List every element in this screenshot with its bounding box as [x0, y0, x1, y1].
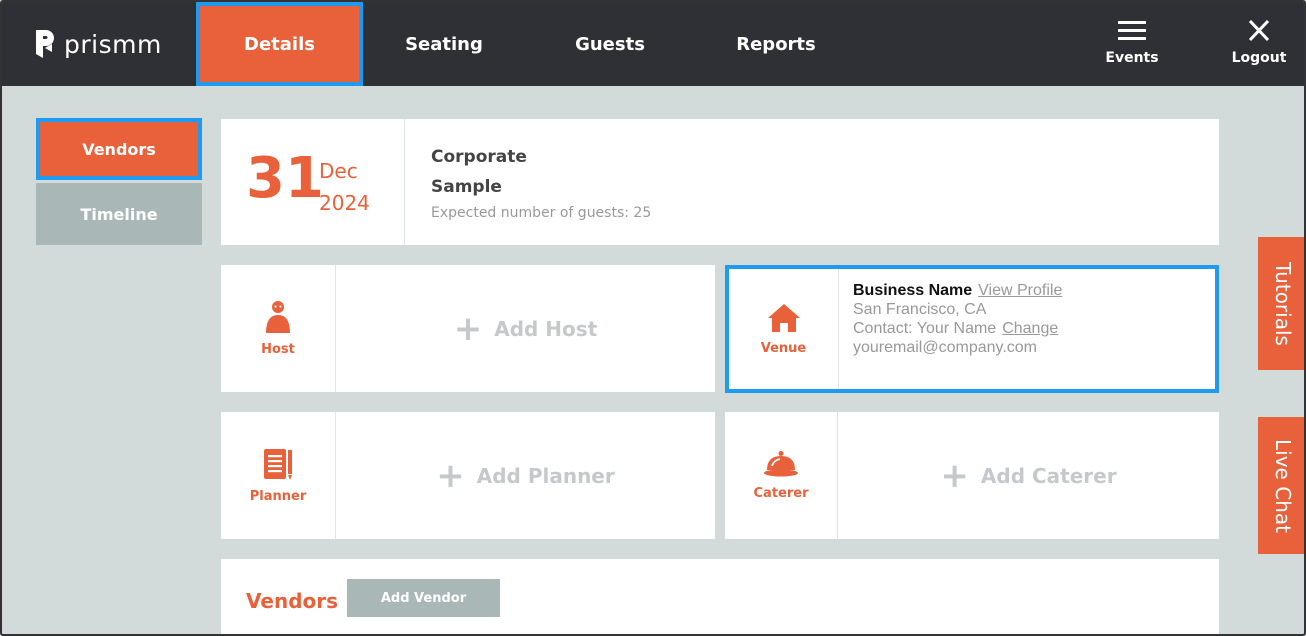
add-host-button[interactable]: + Add Host — [336, 265, 715, 392]
venue-label: Venue — [760, 340, 807, 356]
tutorials-label: Tutorials — [1271, 261, 1295, 346]
top-nav-bar: prismm Details Seating Guests Reports Ev… — [2, 2, 1304, 86]
vendors-section: Vendors Add Vendor — [221, 559, 1219, 634]
event-date: 31 Dec 2024 — [221, 119, 405, 245]
add-host-label: Add Host — [494, 316, 598, 341]
venue-business-name: Business Name — [853, 282, 973, 299]
host-card: Host + Add Host — [221, 265, 715, 392]
plus-icon: + — [940, 455, 969, 496]
tab-seating-label: Seating — [405, 33, 483, 55]
events-button[interactable]: Events — [1092, 20, 1172, 66]
venue-role: Venue — [729, 269, 839, 389]
event-year: 2024 — [319, 191, 370, 215]
sidebar-item-label: Timeline — [80, 204, 158, 224]
app-window: prismm Details Seating Guests Reports Ev… — [0, 0, 1306, 636]
tab-details-label: Details — [244, 33, 315, 55]
vendors-title: Vendors — [246, 589, 339, 613]
caterer-label: Caterer — [753, 486, 809, 501]
caterer-role: Caterer — [725, 412, 838, 539]
live-chat-label: Live Chat — [1271, 438, 1295, 533]
caterer-card: Caterer + Add Caterer — [725, 412, 1219, 539]
logout-button[interactable]: Logout — [1219, 20, 1299, 66]
tab-seating[interactable]: Seating — [364, 2, 524, 86]
tab-guests[interactable]: Guests — [530, 2, 690, 86]
cloche-icon — [764, 451, 798, 477]
add-vendor-button[interactable]: Add Vendor — [347, 579, 500, 617]
close-icon — [1248, 20, 1270, 42]
person-icon — [266, 301, 290, 333]
host-role: Host — [221, 265, 336, 392]
change-contact-link[interactable]: Change — [1002, 320, 1058, 337]
live-chat-tab[interactable]: Live Chat — [1258, 417, 1304, 554]
logo[interactable]: prismm — [34, 28, 162, 60]
host-label: Host — [261, 342, 295, 357]
events-label: Events — [1105, 50, 1159, 66]
venue-details: Business Name View Profile San Francisco,… — [853, 281, 1062, 357]
view-profile-link[interactable]: View Profile — [978, 282, 1062, 299]
logo-text: prismm — [64, 29, 162, 59]
venue-email: youremail@company.com — [853, 339, 1038, 356]
tab-reports[interactable]: Reports — [696, 2, 856, 86]
tutorials-tab[interactable]: Tutorials — [1258, 237, 1304, 370]
venue-contact: Contact: Your Name — [853, 320, 997, 337]
sidebar-item-timeline[interactable]: Timeline — [36, 183, 202, 245]
event-day: 31 — [246, 146, 324, 211]
add-planner-label: Add Planner — [476, 463, 615, 488]
add-caterer-label: Add Caterer — [980, 463, 1117, 488]
tab-details[interactable]: Details — [196, 2, 363, 86]
planner-label: Planner — [249, 489, 307, 504]
add-caterer-button[interactable]: + Add Caterer — [838, 412, 1219, 539]
venue-card: Venue Business Name View Profile San Fran… — [725, 265, 1219, 393]
add-planner-button[interactable]: + Add Planner — [336, 412, 715, 539]
event-name-line1: Corporate — [431, 147, 527, 167]
planner-role: Planner — [221, 412, 336, 539]
notepad-icon — [264, 449, 292, 480]
prismm-logo-icon — [36, 30, 54, 58]
event-summary-card: 31 Dec 2024 Corporate Sample Expected nu… — [221, 119, 1219, 245]
sidebar-item-label: Vendors — [82, 139, 156, 159]
sidebar-item-vendors[interactable]: Vendors — [36, 118, 202, 180]
expected-guests: Expected number of guests: 25 — [431, 205, 652, 221]
planner-card: Planner + Add Planner — [221, 412, 715, 539]
plus-icon: + — [453, 308, 483, 349]
event-month: Dec — [319, 159, 358, 183]
tab-reports-label: Reports — [736, 33, 816, 55]
tab-guests-label: Guests — [575, 33, 645, 55]
house-icon — [767, 303, 800, 332]
event-name-line2: Sample — [431, 177, 502, 197]
add-vendor-label: Add Vendor — [380, 590, 467, 606]
venue-location: San Francisco, CA — [853, 301, 987, 318]
plus-icon: + — [436, 455, 465, 496]
menu-icon — [1118, 21, 1146, 40]
logout-label: Logout — [1231, 50, 1287, 66]
